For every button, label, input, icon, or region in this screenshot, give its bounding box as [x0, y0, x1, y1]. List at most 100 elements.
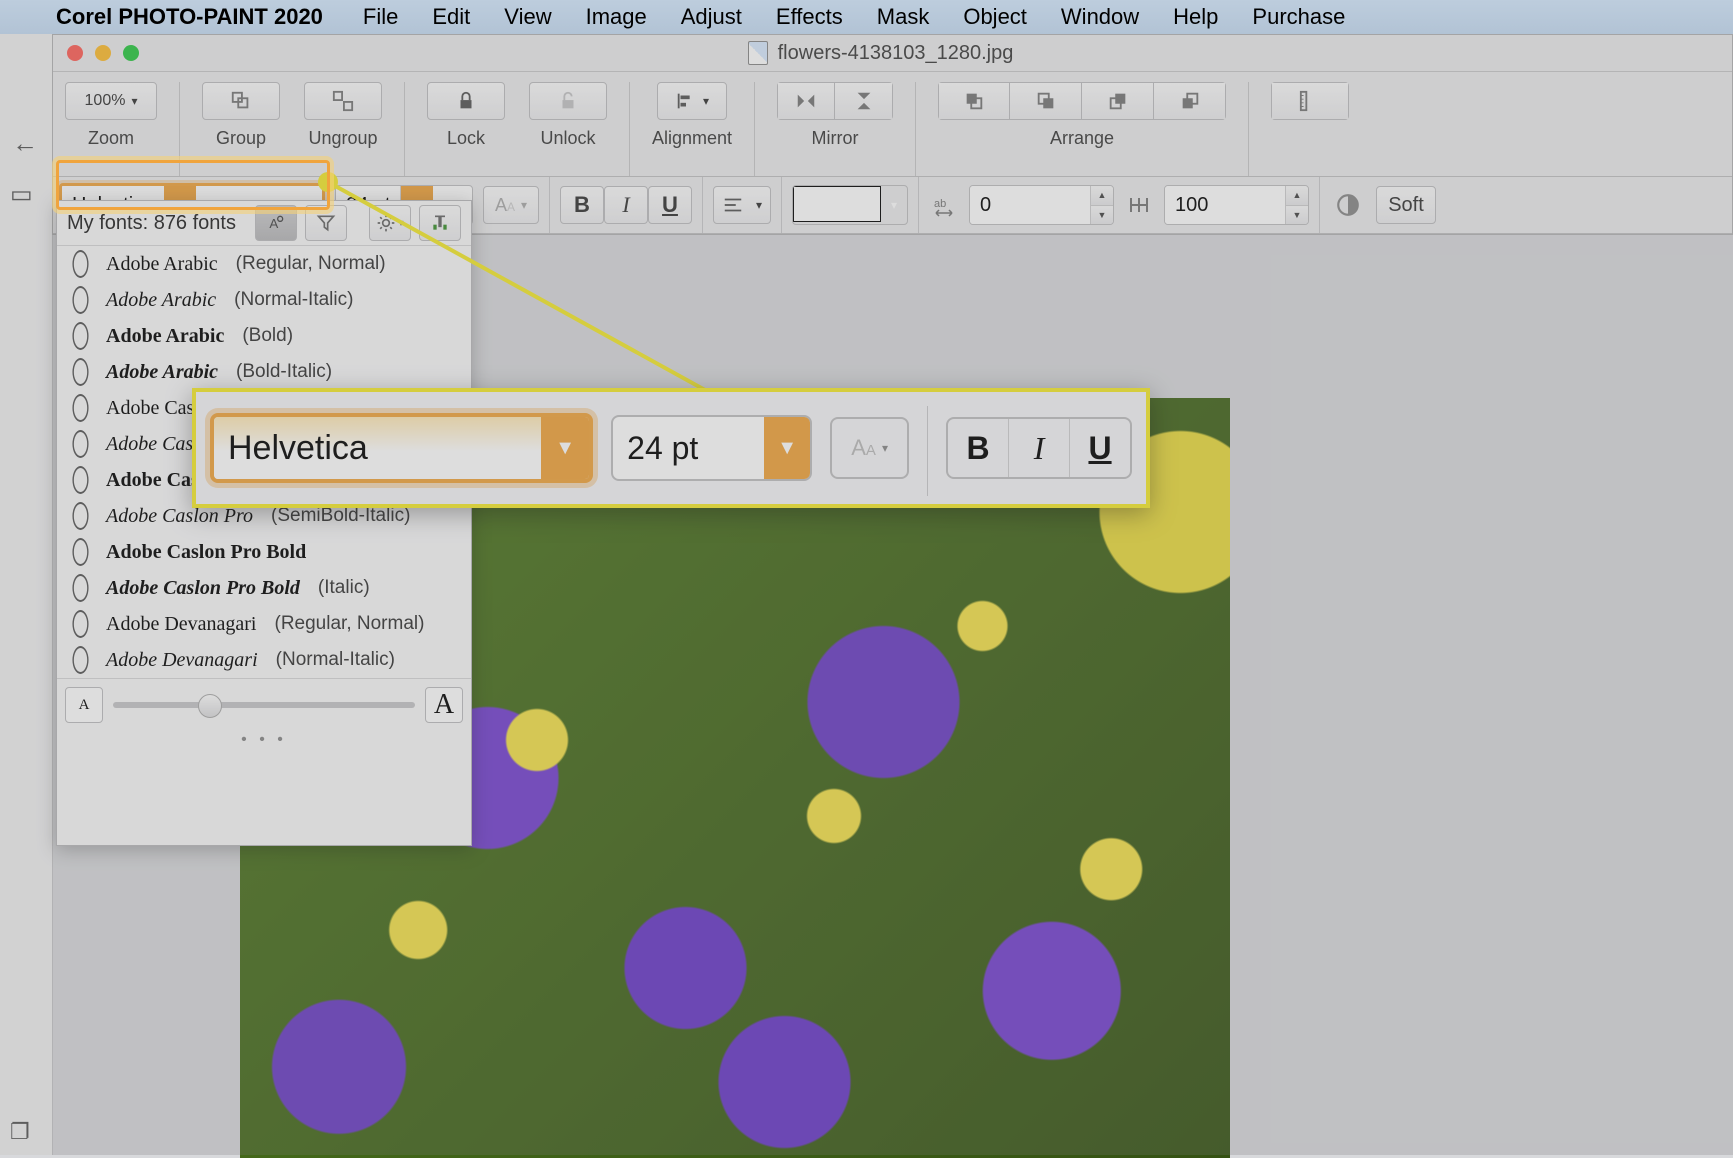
font-name: Adobe Devanagari [106, 649, 258, 672]
divider [702, 177, 703, 233]
text-align-button[interactable]: ▾ [713, 186, 771, 224]
chevron-down-icon[interactable]: ▼ [764, 417, 810, 479]
objects-icon[interactable]: ❐ [10, 1119, 30, 1145]
menu-image[interactable]: Image [586, 4, 647, 30]
font-list-item[interactable]: Adobe Devanagari(Regular, Normal) [57, 606, 471, 642]
callout-biu: B I U [946, 417, 1132, 479]
font-attr: (SemiBold-Italic) [271, 505, 410, 527]
callout-size-combo[interactable]: 24 pt ▼ [611, 415, 812, 481]
font-list-item[interactable]: Adobe Arabic(Bold) [57, 318, 471, 354]
left-strip: ← ▭ ❐ [0, 34, 53, 1155]
app-name[interactable]: Corel PHOTO-PAINT 2020 [56, 4, 323, 30]
forward-icon [1035, 90, 1057, 112]
menu-mask[interactable]: Mask [877, 4, 930, 30]
toolbar-object: 100% ▾ Zoom Group Ungroup [53, 72, 1732, 177]
text-case-button[interactable]: AA ▾ [483, 186, 539, 224]
ungroup-label: Ungroup [308, 128, 377, 149]
chevron-down-icon[interactable]: ▾ [881, 186, 907, 224]
menu-adjust[interactable]: Adjust [681, 4, 742, 30]
back-arrow-icon[interactable]: ← [12, 128, 38, 159]
alignment-label: Alignment [652, 128, 732, 149]
ruler-cluster [1271, 82, 1349, 120]
chevron-down-icon: ▾ [882, 441, 888, 455]
kerning-field[interactable]: ▲▼ [969, 185, 1114, 225]
chevron-up-icon[interactable]: ▲ [1091, 186, 1113, 205]
ungroup-button[interactable] [304, 82, 382, 120]
chevron-down-icon[interactable]: ▼ [1286, 205, 1308, 225]
menu-object[interactable]: Object [963, 4, 1027, 30]
bold-button[interactable]: B [560, 186, 604, 224]
font-size-large-button[interactable]: A [425, 687, 463, 723]
menu-help[interactable]: Help [1173, 4, 1218, 30]
font-filter-button[interactable] [305, 205, 347, 241]
tracking-icon [1124, 193, 1154, 217]
spin-buttons[interactable]: ▲▼ [1285, 186, 1308, 224]
zoom-combo[interactable]: 100% ▾ [65, 82, 157, 120]
color-swatch [793, 186, 881, 222]
arrange-to-front-button[interactable] [938, 82, 1010, 120]
callout-bold-button[interactable]: B [948, 419, 1008, 477]
spin-buttons[interactable]: ▲▼ [1090, 186, 1113, 224]
lock-button[interactable] [427, 82, 505, 120]
panel-resize-handle[interactable]: • • • [57, 731, 471, 755]
kerning-value[interactable] [970, 186, 1090, 224]
text-color-combo[interactable]: ▾ [792, 185, 908, 225]
ruler-button[interactable] [1271, 82, 1349, 120]
font-preview-button[interactable]: A [255, 205, 297, 241]
font-list-item[interactable]: Adobe Arabic(Bold-Italic) [57, 354, 471, 390]
chevron-up-icon[interactable]: ▲ [1286, 186, 1308, 205]
divider [1248, 82, 1249, 176]
unlock-button[interactable] [529, 82, 607, 120]
arrange-forward-button[interactable] [1010, 82, 1082, 120]
callout-case-button[interactable]: AA ▾ [830, 417, 909, 479]
lock-icon [455, 90, 477, 112]
font-list-item[interactable]: Adobe Caslon Pro Bold(Italic) [57, 570, 471, 606]
group-button[interactable] [202, 82, 280, 120]
zoom-window-icon[interactable] [123, 45, 139, 61]
titlebar: flowers-4138103_1280.jpg [53, 35, 1732, 72]
minimize-window-icon[interactable] [95, 45, 111, 61]
folder-icon[interactable]: ▭ [10, 180, 33, 209]
mirror-vertical-button[interactable] [835, 82, 893, 120]
menu-file[interactable]: File [363, 4, 398, 30]
zoom-group: 100% ▾ Zoom [65, 82, 157, 149]
italic-button[interactable]: I [604, 186, 648, 224]
font-list-item[interactable]: Adobe Caslon Pro Bold [57, 534, 471, 570]
opentype-icon [72, 394, 88, 422]
svg-text:A: A [269, 216, 278, 231]
arrange-backward-button[interactable] [1082, 82, 1154, 120]
tracking-field[interactable]: ▲▼ [1164, 185, 1309, 225]
mirror-horizontal-button[interactable] [777, 82, 835, 120]
font-list-item[interactable]: Adobe Arabic(Regular, Normal) [57, 246, 471, 282]
font-size-slider[interactable] [113, 702, 415, 708]
alignment-icon [675, 90, 697, 112]
underline-button[interactable]: U [648, 186, 692, 224]
callout-underline-button[interactable]: U [1069, 419, 1130, 477]
font-settings-button[interactable]: ▾ [369, 205, 411, 241]
menu-window[interactable]: Window [1061, 4, 1139, 30]
font-list-item[interactable]: Adobe Devanagari(Normal-Italic) [57, 642, 471, 678]
chevron-down-icon: ▾ [521, 198, 527, 212]
slider-thumb[interactable] [198, 694, 222, 718]
font-list-item[interactable]: Adobe Arabic(Normal-Italic) [57, 282, 471, 318]
menu-purchase[interactable]: Purchase [1252, 4, 1345, 30]
close-window-icon[interactable] [67, 45, 83, 61]
callout-italic-button[interactable]: I [1008, 419, 1069, 477]
antialias-combo[interactable]: Soft [1376, 186, 1436, 224]
divider [549, 177, 550, 233]
font-size-small-button[interactable]: A [65, 687, 103, 723]
arrange-to-back-button[interactable] [1154, 82, 1226, 120]
alignment-button[interactable]: ▾ [657, 82, 727, 120]
menu-view[interactable]: View [504, 4, 551, 30]
divider [179, 82, 180, 176]
menu-edit[interactable]: Edit [432, 4, 470, 30]
opentype-icon [72, 610, 88, 638]
tracking-value[interactable] [1165, 186, 1285, 224]
callout-font-combo[interactable]: Helvetica ▼ [210, 413, 593, 483]
chevron-down-icon[interactable]: ▼ [1091, 205, 1113, 225]
kerning-icon: ab [929, 193, 959, 217]
menu-effects[interactable]: Effects [776, 4, 843, 30]
font-add-button[interactable] [419, 205, 461, 241]
chevron-down-icon[interactable]: ▼ [541, 417, 589, 479]
antialias-icon [1330, 192, 1366, 218]
